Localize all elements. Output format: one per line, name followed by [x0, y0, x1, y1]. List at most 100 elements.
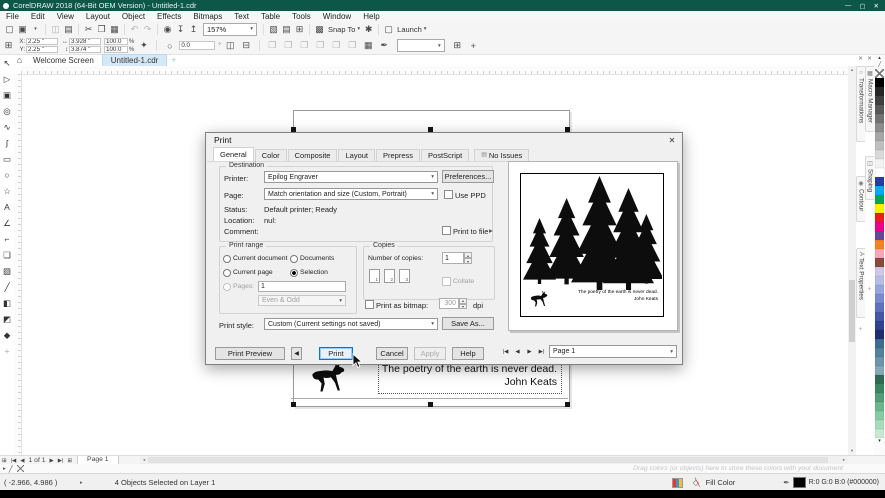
y-position-field[interactable]	[26, 46, 58, 53]
menu-table[interactable]: Table	[255, 12, 286, 21]
last-page-icon[interactable]: ▶|	[56, 458, 66, 464]
palette-eyedropper-icon[interactable]: ╱	[878, 62, 881, 69]
palette-swatch[interactable]	[875, 186, 884, 195]
palette-scroll-down-icon[interactable]: ▾	[878, 438, 881, 445]
scroll-left-icon[interactable]: ◂	[140, 456, 148, 464]
save-icon[interactable]: ◫	[49, 23, 62, 36]
canvas-vertical-scrollbar[interactable]: ▴ ▾	[848, 66, 856, 455]
outline-pen-tool[interactable]: ◆	[1, 327, 14, 343]
docker-tab-text-properties[interactable]: A Text Properties	[856, 248, 865, 318]
mirror-vertical-icon[interactable]: ⊟	[240, 39, 253, 52]
rotation-angle-field[interactable]	[179, 41, 215, 50]
palette-swatch[interactable]	[875, 321, 884, 330]
docker-tab-transformations[interactable]: ○ Transformations	[856, 66, 865, 142]
export-icon[interactable]: ↥	[187, 23, 200, 36]
fullscreen-preview-icon[interactable]: ▧	[267, 23, 280, 36]
order-to-front-icon[interactable]: ❐	[266, 39, 279, 52]
vertical-scroll-thumb[interactable]	[849, 280, 855, 342]
page-frame-icon[interactable]: ⊞	[0, 458, 9, 464]
palette-swatch[interactable]	[875, 267, 884, 276]
undo-icon[interactable]: ↶	[128, 23, 141, 36]
palette-swatch[interactable]	[875, 429, 884, 438]
options-gear-icon[interactable]: ✱	[362, 23, 375, 36]
palette-swatch[interactable]	[875, 384, 884, 393]
flyout-icon[interactable]: ▸	[0, 466, 9, 472]
current-page-radio[interactable]	[223, 269, 231, 277]
add-docker-icon[interactable]: +	[856, 326, 865, 333]
palette-swatch[interactable]	[875, 114, 884, 123]
palette-swatch[interactable]	[875, 339, 884, 348]
show-grid-icon[interactable]: ⊞	[293, 23, 306, 36]
palette-swatch[interactable]	[875, 294, 884, 303]
tab-general[interactable]: General	[213, 147, 254, 161]
outline-width-select[interactable]: ▾	[397, 39, 445, 52]
palette-swatch[interactable]	[875, 150, 884, 159]
last-page-icon[interactable]: ▶|	[536, 346, 547, 358]
palette-swatch[interactable]	[875, 204, 884, 213]
palette-swatch[interactable]	[875, 276, 884, 285]
current-document-radio[interactable]	[223, 255, 231, 263]
order-to-back-icon[interactable]: ❐	[282, 39, 295, 52]
tab-prepress[interactable]: Prepress	[376, 149, 420, 161]
palette-swatch[interactable]	[875, 78, 884, 87]
zoom-level-select[interactable]: 157% ▾	[203, 23, 257, 36]
palette-swatch[interactable]	[875, 375, 884, 384]
palette-swatch[interactable]	[875, 303, 884, 312]
zoom-tool[interactable]: ◎	[1, 103, 14, 119]
tab-welcome-screen[interactable]: Welcome Screen	[25, 55, 102, 66]
print-style-select[interactable]: Custom (Current settings not saved) ▾	[264, 318, 438, 330]
palette-swatch[interactable]	[875, 348, 884, 357]
palette-swatch[interactable]	[875, 285, 884, 294]
dpi-spinner[interactable]: ▴ ▾	[459, 298, 467, 309]
quote-text-frame[interactable]: The poetry of the earth is never dead. J…	[378, 360, 562, 394]
open-icon[interactable]: ▣	[16, 23, 29, 36]
drop-shadow-tool[interactable]: ❏	[1, 247, 14, 263]
docker-close-icon[interactable]: ✕	[865, 56, 874, 62]
fill-color-swatch[interactable]	[793, 477, 806, 488]
docker-tab-macro-manager[interactable]: ▦ Macro Manager	[865, 66, 874, 132]
launch-dropdown[interactable]: Launch ▾	[397, 25, 426, 34]
deer-artwork[interactable]	[306, 360, 354, 394]
palette-swatch[interactable]	[875, 402, 884, 411]
print-icon[interactable]: ▤	[62, 23, 75, 36]
apply-button[interactable]: Apply	[414, 347, 446, 360]
tab-layout[interactable]: Layout	[338, 149, 375, 161]
save-as-button[interactable]: Save As...	[442, 317, 494, 330]
freehand-tool[interactable]: ∿	[1, 119, 14, 135]
print-to-file-checkbox[interactable]	[442, 226, 451, 235]
ungroup-objects-icon[interactable]: ❐	[346, 39, 359, 52]
palette-swatch[interactable]	[875, 366, 884, 375]
artistic-media-tool[interactable]: ʃ	[1, 135, 14, 151]
canvas-horizontal-scrollbar[interactable]: ◂ ▸	[140, 456, 848, 464]
palette-swatch[interactable]	[875, 258, 884, 267]
add-docker-icon[interactable]: +	[865, 286, 874, 293]
scroll-up-icon[interactable]: ▴	[848, 66, 856, 74]
no-color-swatch[interactable]	[17, 465, 24, 472]
minimize-button[interactable]: —	[845, 2, 852, 10]
mirror-horizontal-icon[interactable]: ◫	[224, 39, 237, 52]
ellipse-tool[interactable]: ○	[1, 167, 14, 183]
import-icon[interactable]: ↧	[174, 23, 187, 36]
next-page-icon[interactable]: ▶	[48, 458, 56, 464]
palette-swatch[interactable]	[875, 213, 884, 222]
palette-swatch[interactable]	[875, 195, 884, 204]
copies-field[interactable]	[442, 252, 464, 264]
status-flyout-icon[interactable]: ▸	[76, 480, 87, 486]
prev-page-icon[interactable]: ◀	[512, 346, 523, 358]
page-frame-icon[interactable]: ⊞	[65, 458, 74, 464]
documents-radio[interactable]	[290, 255, 298, 263]
palette-swatch[interactable]	[875, 141, 884, 150]
polygon-tool[interactable]: ☆	[1, 183, 14, 199]
object-height-field[interactable]	[69, 46, 101, 53]
menu-tools[interactable]: Tools	[286, 12, 317, 21]
copy-icon[interactable]: ❐	[95, 23, 108, 36]
palette-swatch[interactable]	[875, 240, 884, 249]
page-match-select[interactable]: Match orientation and size (Custom, Port…	[264, 188, 438, 200]
interactive-fill-tool[interactable]: ◧	[1, 295, 14, 311]
tab-composite[interactable]: Composite	[288, 149, 338, 161]
preview-page-select[interactable]: Page 1 ▾	[549, 345, 677, 358]
docker-close-icon[interactable]: ✕	[856, 56, 865, 62]
smart-fill-tool[interactable]: ◩	[1, 311, 14, 327]
menu-edit[interactable]: Edit	[25, 12, 51, 21]
customize-toolbox-button[interactable]: +	[1, 343, 14, 359]
